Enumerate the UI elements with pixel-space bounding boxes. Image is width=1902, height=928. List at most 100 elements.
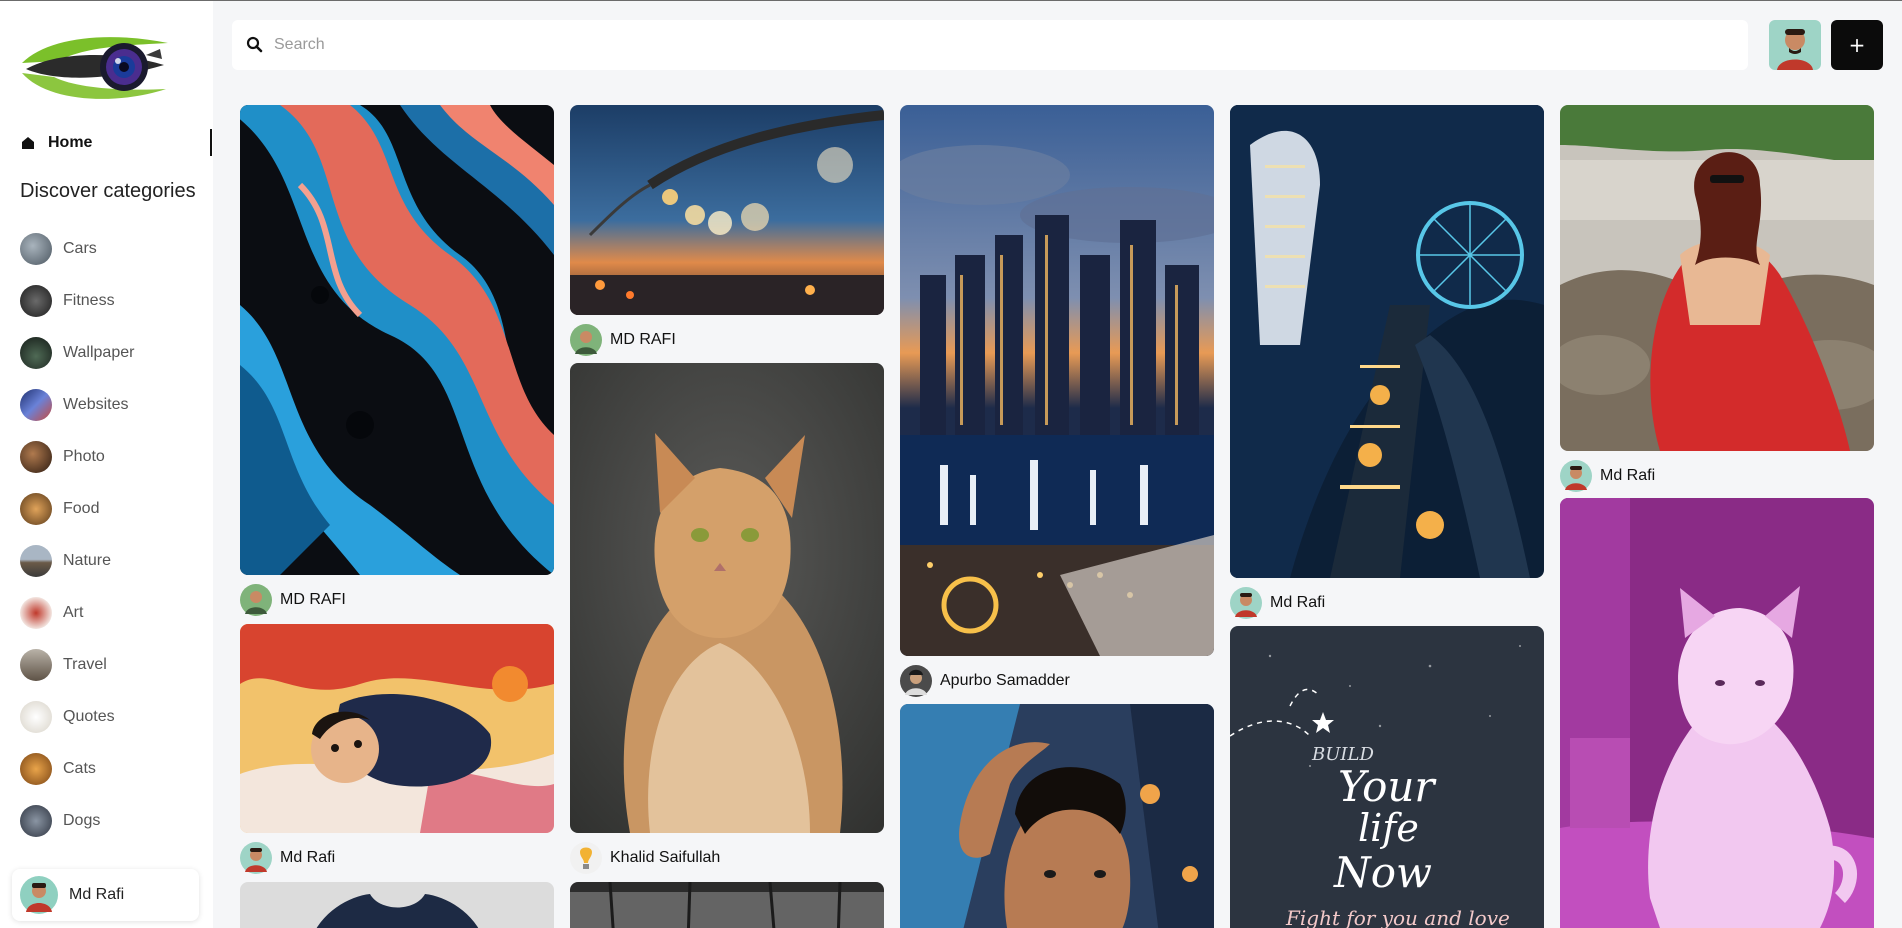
pin-image-tshirt[interactable] (240, 882, 554, 928)
category-label: Cars (63, 240, 97, 257)
camera-eye-logo[interactable] (18, 31, 170, 105)
pin-card (900, 704, 1214, 928)
quote-line-4: Now (1334, 848, 1432, 897)
search-icon (246, 36, 264, 54)
pin-card: Apurbo Samadder (900, 105, 1214, 699)
author-name: Md Rafi (280, 849, 336, 866)
author-avatar (1560, 460, 1592, 492)
category-thumbnail (20, 285, 52, 317)
category-label: Food (63, 500, 100, 517)
category-label: Wallpaper (63, 344, 135, 361)
search-input[interactable] (274, 36, 1724, 54)
category-item-cats[interactable]: Cats (20, 743, 200, 795)
quote-line-3: life (1358, 806, 1419, 850)
pin-card: Md Rafi (1230, 105, 1544, 621)
category-item-wallpaper[interactable]: Wallpaper (20, 327, 200, 379)
home-icon (20, 135, 36, 151)
add-pin-button[interactable]: + (1831, 20, 1883, 70)
category-item-travel[interactable]: Travel (20, 639, 200, 691)
discover-categories-heading: Discover categories (20, 180, 196, 202)
quote-line-2: Your (1338, 762, 1435, 811)
category-label: Cats (63, 760, 96, 777)
category-label: Nature (63, 552, 112, 569)
pin-card (1560, 498, 1874, 928)
category-label: Websites (63, 396, 129, 413)
pin-card (570, 882, 884, 928)
pin-card: Md Rafi (1560, 105, 1874, 494)
author-name: Md Rafi (1270, 594, 1326, 611)
category-thumbnail (20, 805, 52, 837)
nav-home[interactable]: Home (20, 129, 212, 156)
top-border (0, 0, 1902, 1)
pin-card: Khalid Saifullah (570, 363, 884, 876)
category-thumbnail (20, 597, 52, 629)
pin-image-dubai-marina[interactable] (900, 105, 1214, 656)
author-name: Md Rafi (1600, 467, 1656, 484)
category-item-websites[interactable]: Websites (20, 379, 200, 431)
author-name: MD RAFI (280, 591, 346, 608)
category-item-cars[interactable]: Cars (20, 223, 200, 275)
pin-image-string-lights[interactable] (570, 105, 884, 315)
category-thumbnail (20, 233, 52, 265)
category-thumbnail (20, 701, 52, 733)
author-avatar (240, 584, 272, 616)
category-item-nature[interactable]: Nature (20, 535, 200, 587)
pin-image-abstract-fluid[interactable] (240, 105, 554, 575)
author-name: Apurbo Samadder (940, 672, 1070, 689)
category-label: Dogs (63, 812, 101, 829)
category-list: Cars Fitness Wallpaper Websites Photo Fo… (20, 223, 200, 847)
user-avatar (20, 876, 58, 914)
active-indicator (210, 129, 212, 156)
pin-image-baby[interactable] (240, 624, 554, 833)
category-item-photo[interactable]: Photo (20, 431, 200, 483)
category-label: Quotes (63, 708, 115, 725)
category-thumbnail (20, 545, 52, 577)
author-avatar (570, 842, 602, 874)
pin-card: BUILD Your life Now Fight for you and lo… (1230, 626, 1544, 928)
category-thumbnail (20, 337, 52, 369)
nav-home-label: Home (48, 133, 93, 151)
category-label: Travel (63, 656, 107, 673)
category-item-art[interactable]: Art (20, 587, 200, 639)
pin-author[interactable]: Apurbo Samadder (900, 663, 1214, 699)
category-item-fitness[interactable]: Fitness (20, 275, 200, 327)
category-item-quotes[interactable]: Quotes (20, 691, 200, 743)
pin-card: MD RAFI (570, 105, 884, 358)
category-item-dogs[interactable]: Dogs (20, 795, 200, 847)
pin-author[interactable]: Md Rafi (1560, 458, 1874, 494)
category-thumbnail (20, 753, 52, 785)
pin-card: Md Rafi (240, 624, 554, 876)
pin-image-quote-poster[interactable]: BUILD Your life Now Fight for you and lo… (1230, 626, 1544, 928)
category-label: Fitness (63, 292, 115, 309)
pin-author[interactable]: Md Rafi (240, 840, 554, 876)
pin-author[interactable]: Md Rafi (1230, 585, 1544, 621)
author-name: Khalid Saifullah (610, 849, 721, 866)
pin-image-forest[interactable] (570, 882, 884, 928)
category-thumbnail (20, 389, 52, 421)
header-user-avatar[interactable] (1769, 20, 1821, 70)
pin-card: MD RAFI (240, 105, 554, 618)
category-thumbnail (20, 441, 52, 473)
pin-image-selfie[interactable] (900, 704, 1214, 928)
pin-author[interactable]: Khalid Saifullah (570, 840, 884, 876)
author-avatar (900, 665, 932, 697)
pin-image-ginger-cat[interactable] (570, 363, 884, 833)
category-thumbnail (20, 493, 52, 525)
user-name: Md Rafi (69, 886, 125, 903)
quote-line-5: Fight for you and love (1286, 906, 1510, 928)
category-label: Art (63, 604, 84, 621)
current-user-card[interactable]: Md Rafi (12, 869, 199, 921)
pin-image-yokohama-night[interactable] (1230, 105, 1544, 578)
category-item-food[interactable]: Food (20, 483, 200, 535)
category-thumbnail (20, 649, 52, 681)
author-avatar (570, 324, 602, 356)
pin-card (240, 882, 554, 928)
search-bar[interactable] (232, 20, 1748, 70)
author-avatar (1230, 587, 1262, 619)
pin-author[interactable]: MD RAFI (240, 582, 554, 618)
sidebar: Home Discover categories Cars Fitness Wa… (0, 1, 213, 928)
pin-image-woman-red-dress[interactable] (1560, 105, 1874, 451)
pin-image-white-cat[interactable] (1560, 498, 1874, 928)
author-name: MD RAFI (610, 331, 676, 348)
pin-author[interactable]: MD RAFI (570, 322, 884, 358)
